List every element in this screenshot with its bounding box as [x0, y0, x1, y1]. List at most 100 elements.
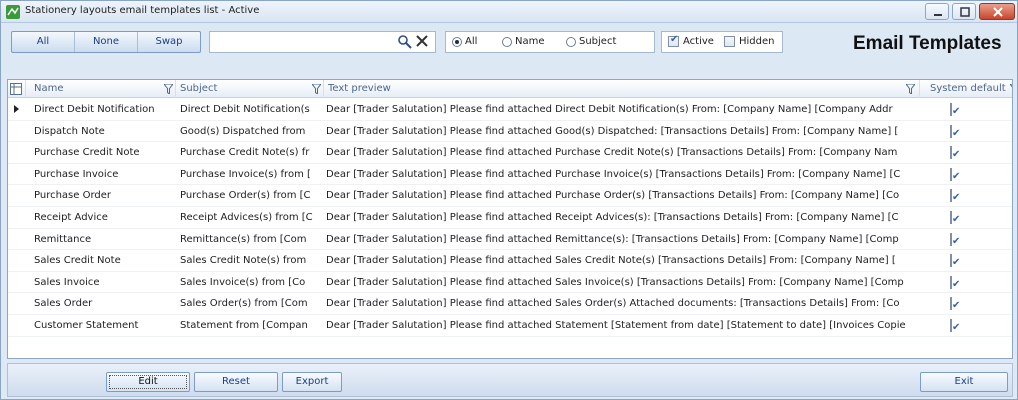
cell-system-default[interactable]: [950, 164, 964, 185]
cell-text-preview[interactable]: Dear [Trader Salutation] Please find att…: [326, 185, 914, 206]
cell-system-default[interactable]: [950, 185, 964, 206]
cell-name[interactable]: Purchase Order: [34, 185, 178, 206]
cell-text-preview[interactable]: Dear [Trader Salutation] Please find att…: [326, 164, 914, 185]
row-indicator: [8, 229, 26, 250]
cell-system-default[interactable]: [950, 229, 964, 250]
cell-text-preview[interactable]: Dear [Trader Salutation] Please find att…: [326, 229, 914, 250]
column-chooser[interactable]: [8, 80, 26, 98]
hidden-checkbox[interactable]: Hidden: [724, 36, 774, 47]
cell-system-default[interactable]: [950, 99, 964, 120]
cell-subject[interactable]: Good(s) Dispatched from: [180, 121, 324, 142]
table-row[interactable]: Remittance Remittance(s) from [Com Dear [T…: [8, 229, 1012, 251]
table-row[interactable]: Sales Order Sales Order(s) from [Com Dear …: [8, 293, 1012, 315]
swap-selection-button[interactable]: Swap: [138, 32, 200, 52]
cell-system-default[interactable]: [950, 121, 964, 142]
title-bar: Stationery layouts email templates list …: [1, 1, 1017, 23]
filter-icon[interactable]: [1010, 84, 1013, 94]
cell-name[interactable]: Purchase Credit Note: [34, 142, 178, 163]
system-default-checkbox[interactable]: [950, 254, 952, 268]
cell-name[interactable]: Remittance: [34, 229, 178, 250]
cell-name[interactable]: Sales Invoice: [34, 272, 178, 293]
table-row[interactable]: Dispatch Note Good(s) Dispatched from Dear…: [8, 121, 1012, 143]
cell-text-preview[interactable]: Dear [Trader Salutation] Please find att…: [326, 99, 914, 120]
system-default-checkbox[interactable]: [950, 232, 952, 246]
cell-subject[interactable]: Remittance(s) from [Com: [180, 229, 324, 250]
table-row[interactable]: Purchase Credit Note Purchase Credit Note…: [8, 142, 1012, 164]
system-default-checkbox[interactable]: [950, 318, 952, 332]
cell-subject[interactable]: Direct Debit Notification(s: [180, 99, 324, 120]
filter-icon[interactable]: [312, 84, 321, 94]
cell-text-preview[interactable]: Dear [Trader Salutation] Please find att…: [326, 293, 914, 314]
cell-subject[interactable]: Purchase Invoice(s) from [: [180, 164, 324, 185]
cell-name[interactable]: Customer Statement: [34, 315, 178, 336]
column-system-default-label: System default: [930, 83, 1006, 94]
maximize-button[interactable]: [952, 3, 976, 20]
table-row[interactable]: Customer Statement Statement from [Compan…: [8, 315, 1012, 337]
system-default-checkbox[interactable]: [950, 103, 952, 116]
filter-icon[interactable]: [906, 84, 915, 94]
window-title: Stationery layouts email templates list …: [25, 5, 260, 16]
clear-search-icon[interactable]: [415, 34, 429, 48]
table-row[interactable]: Sales Credit Note Sales Credit Note(s) fr…: [8, 250, 1012, 272]
search-icon[interactable]: [397, 34, 413, 50]
export-button[interactable]: Export: [282, 372, 342, 392]
select-none-button[interactable]: None: [75, 32, 138, 52]
system-default-checkbox[interactable]: [950, 167, 952, 181]
radio-all[interactable]: All: [452, 36, 477, 47]
minimize-button[interactable]: [925, 3, 949, 20]
cell-subject[interactable]: Purchase Credit Note(s) fr: [180, 142, 324, 163]
cell-text-preview[interactable]: Dear [Trader Salutation] Please find att…: [326, 250, 914, 271]
cell-text-preview[interactable]: Dear [Trader Salutation] Please find att…: [326, 142, 914, 163]
system-default-checkbox[interactable]: [950, 210, 952, 224]
select-all-button[interactable]: All: [12, 32, 75, 52]
system-default-checkbox[interactable]: [950, 189, 952, 203]
system-default-checkbox[interactable]: [950, 146, 952, 160]
exit-button[interactable]: Exit: [920, 372, 1008, 392]
current-row-arrow-icon: [14, 105, 19, 113]
table-row[interactable]: Purchase Invoice Purchase Invoice(s) from…: [8, 164, 1012, 186]
column-header-text-preview[interactable]: Text preview: [324, 80, 920, 98]
cell-system-default[interactable]: [950, 315, 964, 336]
cell-system-default[interactable]: [950, 272, 964, 293]
cell-system-default[interactable]: [950, 293, 964, 314]
cell-name[interactable]: Receipt Advice: [34, 207, 178, 228]
cell-subject[interactable]: Sales Order(s) from [Com: [180, 293, 324, 314]
cell-system-default[interactable]: [950, 142, 964, 163]
system-default-checkbox[interactable]: [950, 275, 952, 289]
cell-name[interactable]: Sales Order: [34, 293, 178, 314]
radio-name[interactable]: Name: [502, 36, 545, 47]
close-button[interactable]: [979, 3, 1015, 20]
cell-subject[interactable]: Sales Credit Note(s) from: [180, 250, 324, 271]
column-header-subject[interactable]: Subject: [176, 80, 324, 98]
cell-text-preview[interactable]: Dear [Trader Salutation] Please find att…: [326, 121, 914, 142]
system-default-checkbox[interactable]: [950, 297, 952, 311]
cell-name[interactable]: Purchase Invoice: [34, 164, 178, 185]
active-checkbox[interactable]: Active: [668, 34, 714, 47]
status-filters: Active Hidden: [661, 31, 783, 53]
radio-name-label: Name: [515, 36, 545, 47]
cell-subject[interactable]: Purchase Order(s) from [C: [180, 185, 324, 206]
cell-system-default[interactable]: [950, 207, 964, 228]
cell-subject[interactable]: Receipt Advices(s) from [C: [180, 207, 324, 228]
cell-name[interactable]: Direct Debit Notification: [34, 99, 178, 120]
column-header-system-default[interactable]: System default: [920, 80, 1013, 98]
cell-text-preview[interactable]: Dear [Trader Salutation] Please find att…: [326, 315, 914, 336]
table-row[interactable]: Sales Invoice Sales Invoice(s) from [Co De…: [8, 272, 1012, 294]
column-header-name[interactable]: Name: [30, 80, 176, 98]
cell-subject[interactable]: Sales Invoice(s) from [Co: [180, 272, 324, 293]
table-row[interactable]: Receipt Advice Receipt Advices(s) from [C…: [8, 207, 1012, 229]
reset-button[interactable]: Reset: [194, 372, 278, 392]
table-row[interactable]: Purchase Order Purchase Order(s) from [C D…: [8, 185, 1012, 207]
edit-button[interactable]: Edit: [106, 372, 190, 392]
cell-subject[interactable]: Statement from [Compan: [180, 315, 324, 336]
cell-text-preview[interactable]: Dear [Trader Salutation] Please find att…: [326, 207, 914, 228]
table-row[interactable]: Direct Debit Notification Direct Debit No…: [8, 99, 1012, 121]
row-indicator: [8, 164, 26, 185]
cell-name[interactable]: Dispatch Note: [34, 121, 178, 142]
cell-system-default[interactable]: [950, 250, 964, 271]
filter-icon[interactable]: [164, 84, 173, 94]
cell-name[interactable]: Sales Credit Note: [34, 250, 178, 271]
system-default-checkbox[interactable]: [950, 124, 952, 138]
radio-subject[interactable]: Subject: [566, 36, 616, 47]
cell-text-preview[interactable]: Dear [Trader Salutation] Please find att…: [326, 272, 914, 293]
